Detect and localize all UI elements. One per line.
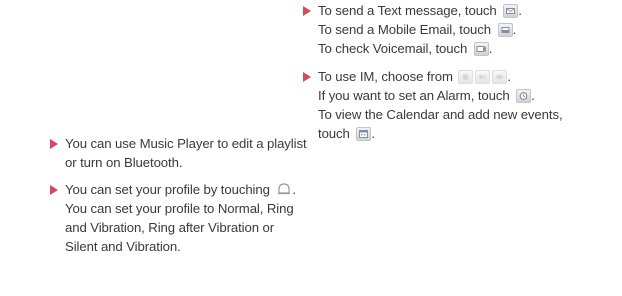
im-icon-3	[492, 70, 508, 84]
text-line: touch .	[318, 126, 375, 141]
text-segment: If you want to set an Alarm, touch	[318, 88, 514, 103]
bullet-profile: You can set your profile by touching . Y…	[50, 180, 296, 256]
voicemail-icon	[473, 42, 489, 56]
im-icon-2	[475, 70, 491, 84]
text-segment: To send a Mobile Email, touch	[318, 22, 495, 37]
calendar-icon	[356, 127, 372, 141]
mobile-email-icon	[497, 23, 513, 37]
bullet-arrow-icon	[50, 185, 58, 195]
text-line: To view the Calendar and add new events,	[318, 107, 563, 122]
text-segment: To check Voicemail, touch	[318, 41, 471, 56]
text-line: You can use Music Player to edit a playl…	[65, 136, 307, 151]
text-line: If you want to set an Alarm, touch .	[318, 88, 535, 103]
text-line: To send a Mobile Email, touch .	[318, 22, 517, 37]
bullet-im: To use IM, choose from . If you want to …	[303, 67, 618, 143]
bullet-arrow-icon	[303, 6, 311, 16]
text-line: and Vibration, Ring after Vibration or	[65, 220, 275, 235]
bell-icon	[276, 182, 292, 196]
text-line: You can set your profile to Normal, Ring	[65, 201, 294, 216]
text-line: or turn on Bluetooth.	[65, 155, 183, 170]
left-column: You can use Music Player to edit a playl…	[50, 134, 307, 256]
right-column: To send a Text message, touch . To send …	[303, 1, 618, 143]
text-line: To use IM, choose from .	[318, 69, 511, 84]
bullet-music-player: You can use Music Player to edit a playl…	[50, 134, 307, 172]
bullet-arrow-icon	[50, 139, 58, 149]
text-line: You can set your profile by touching .	[65, 182, 296, 197]
text-segment: You can set your profile by touching	[65, 182, 274, 197]
text-line: To check Voicemail, touch .	[318, 41, 493, 56]
bullet-messaging: To send a Text message, touch . To send …	[303, 1, 618, 58]
text-segment: touch	[318, 126, 354, 141]
text-message-icon	[503, 4, 519, 18]
text-segment: To use IM, choose from	[318, 69, 457, 84]
text-line: Silent and Vibration.	[65, 239, 181, 254]
text-segment: To send a Text message, touch	[318, 3, 501, 18]
im-icon-1	[458, 70, 474, 84]
bullet-arrow-icon	[303, 72, 311, 82]
text-line: To send a Text message, touch .	[318, 3, 522, 18]
alarm-icon	[516, 89, 532, 103]
